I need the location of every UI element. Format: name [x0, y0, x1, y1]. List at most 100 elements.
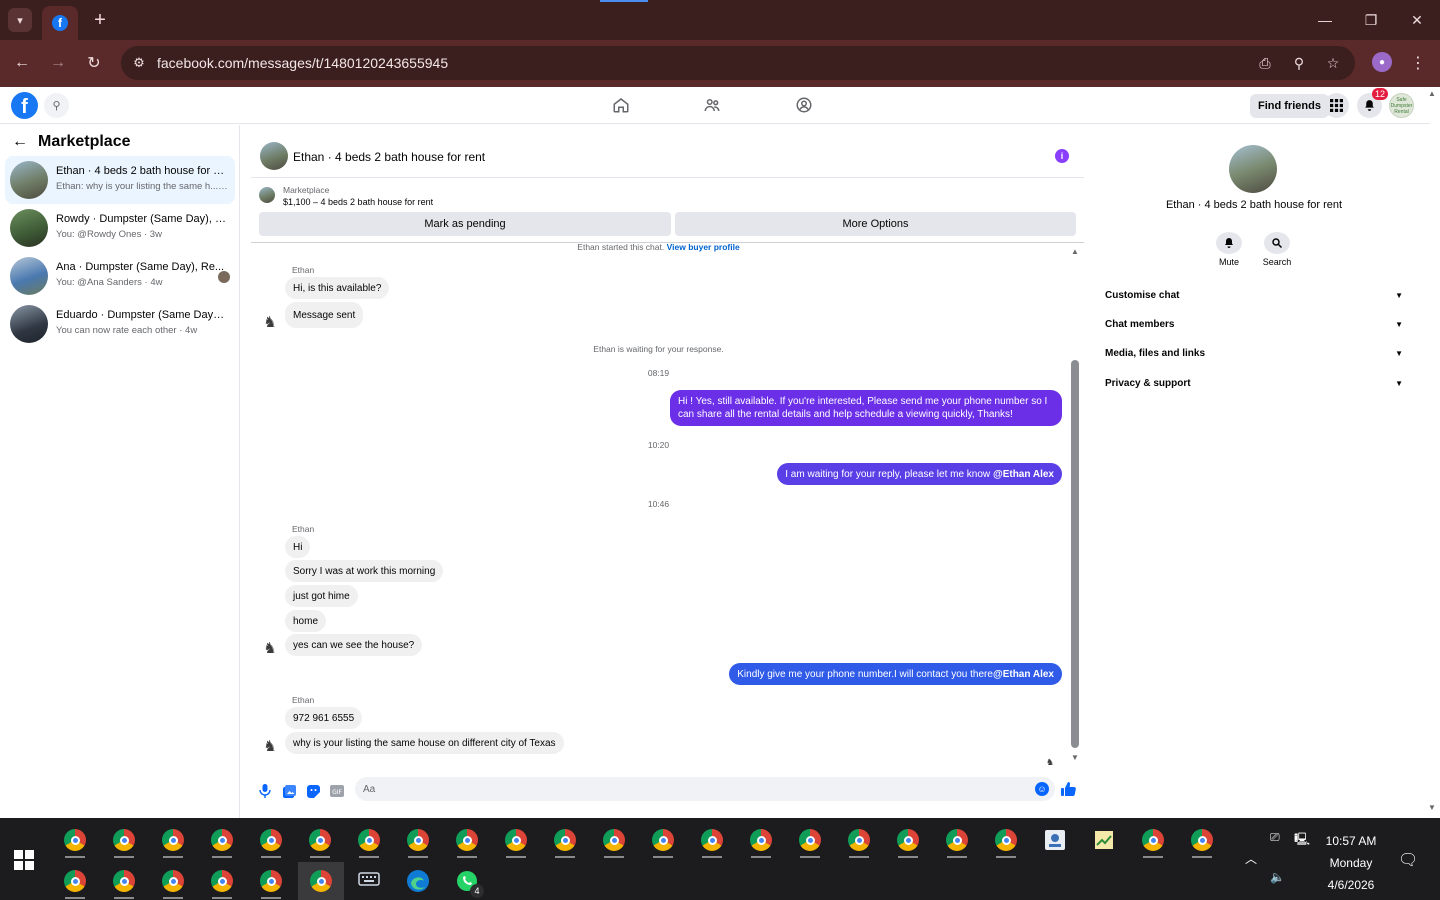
- like-thumb-icon[interactable]: [1059, 781, 1077, 797]
- chrome-taskbar-icon[interactable]: [746, 825, 776, 858]
- groups-icon[interactable]: [794, 95, 814, 115]
- chrome-taskbar-icon[interactable]: [158, 825, 188, 858]
- chrome-taskbar-icon[interactable]: [648, 825, 678, 858]
- message-in[interactable]: Hi, is this available?: [285, 277, 390, 299]
- section-chat-members[interactable]: Chat members ▼: [1105, 314, 1403, 334]
- bookmark-star-icon[interactable]: ☆: [1323, 53, 1343, 73]
- search-chat-icon[interactable]: [1264, 232, 1290, 254]
- chrome-taskbar-icon[interactable]: [305, 825, 335, 858]
- account-avatar[interactable]: Safe Dumpster Rental: [1389, 93, 1414, 118]
- chrome-taskbar-icon[interactable]: [550, 825, 580, 858]
- listing-thumbnail[interactable]: [259, 187, 275, 203]
- view-buyer-profile-link[interactable]: View buyer profile: [667, 242, 740, 252]
- section-media-files-links[interactable]: Media, files and links ▼: [1105, 343, 1403, 363]
- chrome-taskbar-icon[interactable]: [60, 866, 90, 899]
- chrome-taskbar-icon[interactable]: [697, 825, 727, 858]
- mute-bell-icon[interactable]: [1216, 232, 1242, 254]
- message-out[interactable]: Hi ! Yes, still available. If you're int…: [670, 390, 1062, 426]
- message-out[interactable]: Kindly give me your phone number.I will …: [729, 663, 1062, 685]
- new-tab-button[interactable]: +: [88, 8, 112, 32]
- chrome-taskbar-icon[interactable]: [795, 825, 825, 858]
- info-icon[interactable]: i: [1055, 149, 1069, 163]
- photo-icon[interactable]: [281, 783, 297, 799]
- message-in[interactable]: Sorry I was at work this morning: [285, 560, 444, 582]
- chrome-taskbar-icon[interactable]: [207, 866, 237, 899]
- chrome-taskbar-icon[interactable]: [844, 825, 874, 858]
- reload-icon[interactable]: ↻: [81, 50, 107, 76]
- chat-item-rowdy[interactable]: Rowdy · Dumpster (Same Day), Re... You: …: [5, 204, 235, 252]
- zoom-icon[interactable]: ⚲: [1289, 53, 1309, 73]
- chat-item-eduardo[interactable]: Eduardo · Dumpster (Same Day), R... You …: [5, 300, 235, 348]
- message-input[interactable]: Aa: [355, 777, 1055, 801]
- message-in[interactable]: Hi: [285, 536, 311, 558]
- chrome-taskbar-icon[interactable]: [942, 825, 972, 858]
- contact-app-icon[interactable]: [1040, 825, 1070, 855]
- page-scroll-up-icon[interactable]: ▲: [1428, 89, 1436, 98]
- mention[interactable]: @Ethan Alex: [993, 668, 1054, 681]
- edge-browser-icon[interactable]: [403, 866, 433, 896]
- message-in[interactable]: home: [285, 610, 327, 632]
- more-options-button[interactable]: More Options: [675, 212, 1076, 236]
- tab-search-dropdown-icon[interactable]: ▾: [8, 8, 32, 32]
- back-icon[interactable]: ←: [9, 50, 35, 76]
- mark-as-pending-button[interactable]: Mark as pending: [259, 212, 671, 236]
- chrome-taskbar-icon[interactable]: [452, 825, 482, 858]
- chrome-taskbar-icon[interactable]: [893, 825, 923, 858]
- on-screen-keyboard-icon[interactable]: [354, 866, 384, 896]
- camera-tray-icon[interactable]: ⎚: [1270, 830, 1280, 845]
- back-arrow-icon[interactable]: ←: [12, 133, 28, 151]
- network-icon[interactable]: 🖳: [1294, 830, 1310, 851]
- page-scroll-down-icon[interactable]: ▼: [1428, 803, 1436, 812]
- conversation-title[interactable]: Ethan · 4 beds 2 bath house for rent: [293, 150, 485, 164]
- chrome-taskbar-icon-active[interactable]: [298, 862, 344, 900]
- close-window-icon[interactable]: ✕: [1394, 0, 1440, 40]
- scroll-up-icon[interactable]: ▲: [1069, 247, 1081, 257]
- chrome-taskbar-icon[interactable]: [60, 825, 90, 858]
- notifications-center-icon[interactable]: 🗨: [1398, 850, 1418, 870]
- spreadsheet-app-icon[interactable]: [1089, 825, 1119, 855]
- sticker-icon[interactable]: [305, 783, 321, 799]
- section-privacy-support[interactable]: Privacy & support ▼: [1105, 373, 1403, 393]
- message-in[interactable]: 972 961 6555: [285, 707, 363, 729]
- minimize-icon[interactable]: —: [1302, 0, 1348, 40]
- chrome-taskbar-icon[interactable]: [109, 825, 139, 858]
- message-out[interactable]: I am waiting for your reply, please let …: [777, 463, 1062, 485]
- message-in[interactable]: just got hime: [285, 585, 358, 607]
- chrome-taskbar-icon[interactable]: [207, 825, 237, 858]
- microphone-icon[interactable]: [257, 783, 273, 799]
- section-customise-chat[interactable]: Customise chat ▼: [1105, 285, 1403, 305]
- windows-start-icon[interactable]: [14, 850, 34, 870]
- chrome-taskbar-icon[interactable]: [1187, 825, 1217, 858]
- chrome-taskbar-icon[interactable]: [354, 825, 384, 858]
- facebook-logo-icon[interactable]: f: [11, 92, 38, 119]
- chrome-taskbar-icon[interactable]: [109, 866, 139, 899]
- mention[interactable]: @Ethan Alex: [993, 468, 1054, 481]
- emoji-icon[interactable]: ☺: [1035, 782, 1049, 796]
- install-app-icon[interactable]: ⎙: [1255, 53, 1275, 73]
- restore-icon[interactable]: ❐: [1348, 0, 1394, 40]
- chrome-taskbar-icon[interactable]: [501, 825, 531, 858]
- tab-facebook[interactable]: f: [42, 6, 78, 40]
- message-in[interactable]: why is your listing the same house on di…: [285, 732, 564, 754]
- message-in[interactable]: Message sent: [285, 302, 364, 328]
- browser-menu-icon[interactable]: ⋮: [1408, 52, 1428, 74]
- show-hidden-icons-chevron-icon[interactable]: ︿: [1245, 850, 1257, 867]
- chrome-taskbar-icon[interactable]: [158, 866, 188, 899]
- address-bar[interactable]: ⚙ facebook.com/messages/t/14801202436559…: [121, 46, 1355, 80]
- system-clock[interactable]: 10:57 AM Monday 4/6/2026: [1318, 830, 1384, 896]
- chrome-taskbar-icon[interactable]: [991, 825, 1021, 858]
- find-friends-button[interactable]: Find friends: [1250, 94, 1329, 118]
- site-info-icon[interactable]: ⚙: [129, 53, 149, 73]
- facebook-search-icon[interactable]: ⚲: [44, 93, 69, 118]
- listing-avatar[interactable]: [1229, 145, 1277, 193]
- forward-icon[interactable]: →: [45, 50, 71, 76]
- menu-grid-icon[interactable]: [1324, 93, 1349, 118]
- home-icon[interactable]: [611, 95, 631, 115]
- scroll-down-icon[interactable]: ▼: [1069, 753, 1081, 763]
- message-in[interactable]: yes can we see the house?: [285, 634, 423, 656]
- chrome-taskbar-icon[interactable]: [256, 866, 286, 899]
- conversation-avatar[interactable]: [260, 142, 288, 170]
- chat-item-ethan[interactable]: Ethan · 4 beds 2 bath house for rent Eth…: [5, 156, 235, 204]
- friends-icon[interactable]: [702, 95, 722, 115]
- browser-profile-icon[interactable]: ●: [1372, 52, 1392, 72]
